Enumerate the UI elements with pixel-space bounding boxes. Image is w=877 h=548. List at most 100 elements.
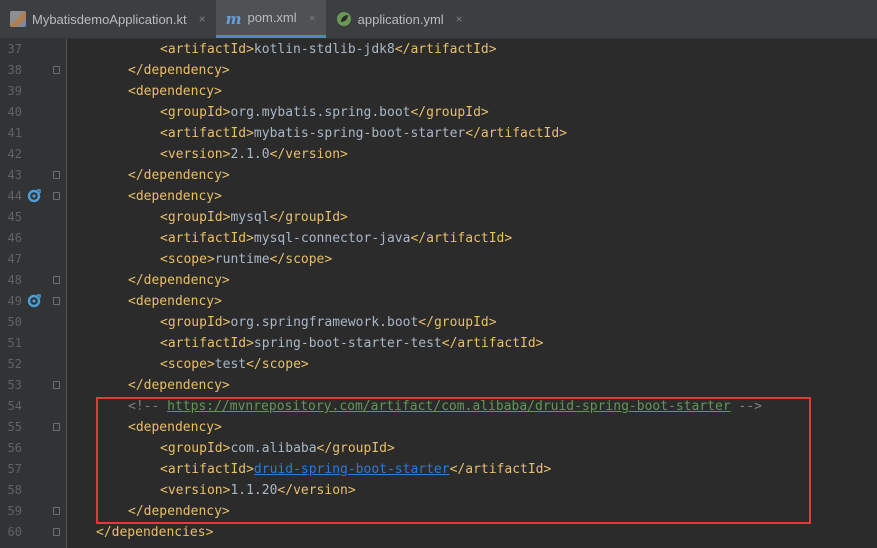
code-line[interactable]: 50 <groupId>org.springframework.boot</gro…	[0, 312, 877, 333]
code-token: </artifactId>	[449, 462, 552, 477]
fold-marker-icon[interactable]	[53, 276, 60, 284]
line-number: 48	[7, 273, 22, 287]
code-token: 2.1.0	[230, 147, 270, 162]
code-line[interactable]: 41 <artifactId>mybatis-spring-boot-starte…	[0, 123, 877, 144]
code-token: kotlin-stdlib-jdk8	[253, 42, 395, 57]
code-token: </version>	[269, 147, 348, 162]
dependency-gutter-icon[interactable]	[27, 294, 41, 308]
code-line[interactable]: 49 <dependency>	[0, 291, 877, 312]
code-line[interactable]: 42 <version>2.1.0</version>	[0, 144, 877, 165]
code-token: <version>	[160, 483, 231, 498]
code-token: <!--	[128, 399, 168, 414]
fold-marker-icon[interactable]	[53, 423, 60, 431]
code-line[interactable]: 47 <scope>runtime</scope>	[0, 249, 877, 270]
close-icon[interactable]: ×	[309, 11, 316, 25]
fold-marker-icon[interactable]	[53, 171, 60, 179]
code-text: </dependency>	[128, 501, 230, 522]
code-token: <artifactId>	[160, 42, 254, 57]
fold-marker-icon[interactable]	[53, 528, 60, 536]
code-line[interactable]: 39 <dependency>	[0, 81, 877, 102]
code-line[interactable]: 51 <artifactId>spring-boot-starter-test</…	[0, 333, 877, 354]
line-number: 43	[7, 168, 22, 182]
tab-application-yml[interactable]: application.yml ×	[326, 0, 473, 38]
code-line[interactable]: 46 <artifactId>mysql-connector-java</arti…	[0, 228, 877, 249]
code-editor[interactable]: 37 <artifactId>kotlin-stdlib-jdk8</artifa…	[0, 39, 877, 548]
code-line[interactable]: 44 <dependency>	[0, 186, 877, 207]
code-line[interactable]: 57 <artifactId>druid-spring-boot-starter<…	[0, 459, 877, 480]
code-token: <dependency>	[128, 420, 222, 435]
editor-tab-bar: MybatisdemoApplication.kt × m pom.xml × …	[0, 0, 877, 39]
line-number: 46	[7, 231, 22, 245]
close-icon[interactable]: ×	[199, 12, 206, 26]
tab-mybatisdemo-application[interactable]: MybatisdemoApplication.kt ×	[0, 0, 216, 38]
code-token: com.alibaba	[230, 441, 317, 456]
line-number: 55	[7, 420, 22, 434]
line-number: 49	[7, 294, 22, 308]
code-text: <dependency>	[128, 291, 222, 312]
fold-marker-icon[interactable]	[53, 66, 60, 74]
code-line[interactable]: 55 <dependency>	[0, 417, 877, 438]
code-link[interactable]: druid-spring-boot-starter	[254, 462, 450, 477]
code-token: <artifactId>	[160, 126, 254, 141]
code-token: -->	[730, 399, 762, 414]
code-line[interactable]: 56 <groupId>com.alibaba</groupId>	[0, 438, 877, 459]
code-text: <!-- https://mvnrepository.com/artifact/…	[128, 396, 762, 417]
code-token: </dependencies>	[96, 525, 214, 540]
tab-label: application.yml	[357, 11, 444, 27]
fold-marker-icon[interactable]	[53, 507, 60, 515]
code-text: <groupId>com.alibaba</groupId>	[160, 438, 395, 459]
code-line[interactable]: 45 <groupId>mysql</groupId>	[0, 207, 877, 228]
code-line[interactable]: 59 </dependency>	[0, 501, 877, 522]
code-line[interactable]: 37 <artifactId>kotlin-stdlib-jdk8</artifa…	[0, 39, 877, 60]
code-link[interactable]: https://mvnrepository.com/artifact/com.a…	[167, 399, 731, 414]
code-text: </dependency>	[128, 270, 230, 291]
code-token: test	[214, 357, 247, 372]
fold-marker-icon[interactable]	[53, 381, 60, 389]
code-token: </dependency>	[128, 63, 230, 78]
code-token: <artifactId>	[160, 462, 254, 477]
code-token: </dependency>	[128, 504, 230, 519]
code-text: <artifactId>kotlin-stdlib-jdk8</artifact…	[160, 39, 497, 60]
code-text: <version>2.1.0</version>	[160, 144, 348, 165]
close-icon[interactable]: ×	[456, 12, 463, 26]
code-token: org.mybatis.spring.boot	[230, 105, 411, 120]
code-line[interactable]: 52 <scope>test</scope>	[0, 354, 877, 375]
code-text: <dependency>	[128, 81, 222, 102]
code-token: <dependency>	[128, 189, 222, 204]
code-text: </dependencies>	[96, 522, 213, 543]
code-text: <groupId>mysql</groupId>	[160, 207, 348, 228]
tab-label: MybatisdemoApplication.kt	[32, 11, 187, 27]
spring-leaf-icon	[336, 12, 351, 26]
code-line[interactable]: 54 <!-- https://mvnrepository.com/artifac…	[0, 396, 877, 417]
code-line[interactable]: 48 </dependency>	[0, 270, 877, 291]
code-text: </dependency>	[128, 165, 230, 186]
code-text: <artifactId>druid-spring-boot-starter</a…	[160, 459, 551, 480]
line-number: 37	[7, 42, 22, 56]
code-line[interactable]: 38 </dependency>	[0, 60, 877, 81]
code-token: </artifactId>	[441, 336, 544, 351]
tab-label: pom.xml	[247, 10, 297, 25]
code-token: <version>	[160, 147, 231, 162]
code-text: </dependency>	[128, 60, 230, 81]
code-line[interactable]: 60 </dependencies>	[0, 522, 877, 543]
line-number: 56	[7, 441, 22, 455]
line-number: 51	[7, 336, 22, 350]
code-token: </groupId>	[410, 105, 489, 120]
code-line[interactable]: 53 </dependency>	[0, 375, 877, 396]
code-token: spring-boot-starter-test	[253, 336, 442, 351]
fold-marker-icon[interactable]	[53, 192, 60, 200]
tab-pom-xml[interactable]: m pom.xml ×	[215, 0, 326, 38]
code-token: <dependency>	[128, 294, 222, 309]
line-number: 58	[7, 483, 22, 497]
fold-marker-icon[interactable]	[53, 297, 60, 305]
code-line[interactable]: 40 <groupId>org.mybatis.spring.boot</grou…	[0, 102, 877, 123]
code-token: <groupId>	[160, 441, 231, 456]
code-token: <scope>	[160, 252, 215, 267]
code-token: mysql-connector-java	[253, 231, 411, 246]
code-text: <dependency>	[128, 186, 222, 207]
code-token: <groupId>	[160, 315, 231, 330]
line-number: 47	[7, 252, 22, 266]
code-line[interactable]: 58 <version>1.1.20</version>	[0, 480, 877, 501]
dependency-gutter-icon[interactable]	[27, 189, 41, 203]
code-line[interactable]: 43 </dependency>	[0, 165, 877, 186]
